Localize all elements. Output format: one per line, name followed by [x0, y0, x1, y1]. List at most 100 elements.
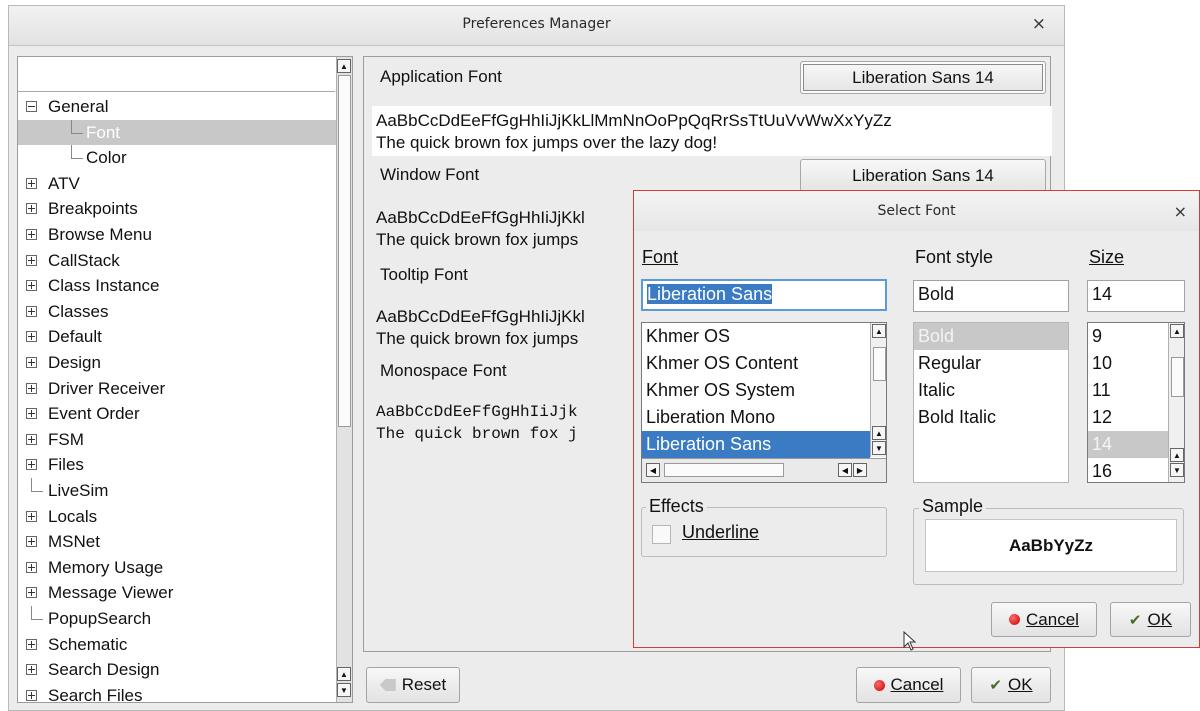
list-item[interactable]: 11	[1092, 377, 1111, 404]
size-list-scrollbar[interactable]: ▲ ▲ ▼	[1168, 323, 1184, 482]
expand-icon[interactable]	[26, 203, 37, 215]
tree-item[interactable]: Design	[18, 350, 336, 376]
tree-item[interactable]: Search Files	[18, 683, 336, 702]
scroll-up-icon[interactable]: ▲	[872, 324, 886, 338]
expand-icon[interactable]	[26, 229, 37, 240]
underline-checkbox[interactable]	[652, 525, 671, 544]
tree-item[interactable]: Locals	[18, 504, 336, 530]
expand-icon[interactable]	[26, 587, 37, 599]
scroll-up-icon[interactable]: ▲	[337, 59, 351, 73]
expand-icon[interactable]	[26, 177, 37, 189]
expand-icon[interactable]	[26, 433, 37, 445]
tree-item[interactable]: Color	[18, 145, 336, 171]
scroll-left-icon[interactable]: ◀	[646, 463, 660, 477]
expand-icon[interactable]	[26, 357, 37, 368]
reset-button[interactable]: Reset	[366, 667, 460, 703]
expand-icon[interactable]	[26, 382, 37, 394]
expand-icon[interactable]	[26, 408, 37, 420]
tree-item[interactable]: Schematic	[18, 632, 336, 658]
font-style-input[interactable]: Bold	[913, 280, 1069, 312]
tree-item[interactable]: Search Design	[18, 657, 336, 683]
close-icon[interactable]: ×	[1032, 14, 1046, 34]
tree-item[interactable]: Font	[18, 119, 336, 146]
ok-button[interactable]: ✔ OK	[971, 667, 1051, 703]
tree-item[interactable]: Default	[18, 324, 336, 350]
cancel-button[interactable]: Cancel	[856, 667, 961, 703]
font-style-list[interactable]: Bold Regular Italic Bold Italic	[913, 322, 1069, 483]
tree-item[interactable]: PopupSearch	[18, 606, 336, 632]
tree-item[interactable]: Files	[18, 452, 336, 478]
tree-item[interactable]: Classes	[18, 299, 336, 325]
tree-item[interactable]: MSNet	[18, 529, 336, 555]
window-font-button[interactable]: Liberation Sans 14	[800, 159, 1046, 192]
tree-scroll-thumb[interactable]	[338, 75, 351, 427]
scroll-left-icon[interactable]: ◀	[838, 463, 852, 477]
tree-item[interactable]: General	[18, 94, 336, 120]
select-font-ok-button[interactable]: ✔ OK	[1110, 602, 1191, 637]
scroll-right-icon[interactable]: ▶	[853, 463, 867, 477]
select-font-cancel-button[interactable]: Cancel	[991, 602, 1097, 637]
list-item[interactable]: 14	[1088, 431, 1168, 458]
tree-filter-input[interactable]	[18, 57, 335, 92]
tree-item[interactable]: Browse Menu	[18, 222, 336, 248]
font-list[interactable]: Khmer OS Khmer OS Content Khmer OS System L…	[641, 322, 887, 483]
tree-item[interactable]: CallStack	[18, 248, 336, 274]
font-heading: Font	[642, 247, 679, 267]
scroll-down-icon[interactable]: ▼	[872, 441, 886, 455]
tree-item[interactable]: FSM	[18, 427, 336, 453]
font-list-hthumb[interactable]	[664, 463, 784, 477]
tree-scrollbar[interactable]: ▲ ▲ ▼	[336, 57, 352, 702]
list-item[interactable]: Liberation Sans	[642, 431, 870, 458]
list-item[interactable]: Regular	[918, 350, 981, 377]
scroll-up-icon[interactable]: ▲	[337, 667, 351, 681]
font-style-heading: Font style	[915, 247, 994, 267]
tree-item[interactable]: ATV	[18, 171, 336, 197]
font-size-input[interactable]: 14	[1087, 280, 1185, 312]
tree-item[interactable]: Breakpoints	[18, 196, 336, 222]
list-item[interactable]: Khmer OS System	[646, 377, 795, 404]
tree-item[interactable]: Driver Receiver	[18, 376, 336, 402]
collapse-icon[interactable]	[26, 101, 37, 112]
list-item[interactable]: 10	[1092, 350, 1112, 377]
expand-icon[interactable]	[26, 254, 37, 266]
list-item[interactable]: Khmer OS Content	[646, 350, 798, 377]
tree-item[interactable]: LiveSim	[18, 478, 336, 504]
expand-icon[interactable]	[26, 536, 37, 548]
list-item[interactable]: Bold	[914, 323, 1068, 350]
font-size-list[interactable]: 9 10 11 12 14 16 ▲ ▲ ▼	[1087, 322, 1185, 483]
list-item[interactable]: 16	[1092, 458, 1112, 482]
font-list-scrollbar[interactable]: ▲ ▲ ▼	[870, 323, 886, 457]
list-item[interactable]: Liberation Mono	[646, 404, 775, 431]
tree-item[interactable]: Class Instance	[18, 273, 336, 299]
list-item[interactable]: Khmer OS	[646, 323, 730, 350]
tree-item[interactable]: Message Viewer	[18, 580, 336, 606]
underline-label[interactable]: Underline	[682, 522, 759, 543]
expand-icon[interactable]	[26, 459, 37, 471]
list-item[interactable]: Bold Italic	[918, 404, 996, 431]
scroll-up-icon[interactable]: ▲	[872, 426, 886, 440]
expand-icon[interactable]	[26, 689, 37, 701]
expand-icon[interactable]	[26, 664, 37, 676]
close-icon[interactable]: ×	[1174, 202, 1187, 221]
list-item[interactable]: 9	[1092, 323, 1102, 350]
font-list-hscrollbar[interactable]: ◀ ◀ ▶	[642, 458, 886, 482]
list-item[interactable]: Italic	[918, 377, 955, 404]
application-font-button[interactable]: Liberation Sans 14	[800, 61, 1046, 94]
expand-icon[interactable]	[26, 331, 37, 343]
tree-item[interactable]: Event Order	[18, 401, 336, 427]
tree-item[interactable]: Memory Usage	[18, 555, 336, 581]
expand-icon[interactable]	[26, 510, 37, 522]
expand-icon[interactable]	[26, 280, 37, 292]
expand-icon[interactable]	[26, 305, 37, 317]
scroll-up-icon[interactable]: ▲	[1170, 448, 1184, 462]
list-item[interactable]: 12	[1092, 404, 1112, 431]
font-name-input[interactable]: Liberation Sans	[641, 279, 887, 311]
scroll-up-icon[interactable]: ▲	[1170, 324, 1184, 338]
scroll-down-icon[interactable]: ▼	[1170, 463, 1184, 477]
font-list-thumb[interactable]	[873, 347, 886, 381]
expand-icon[interactable]	[26, 638, 37, 650]
expand-icon[interactable]	[26, 561, 37, 573]
size-list-thumb[interactable]	[1171, 357, 1184, 397]
tree-item-label: Browse Menu	[48, 225, 152, 244]
scroll-down-icon[interactable]: ▼	[337, 683, 351, 697]
